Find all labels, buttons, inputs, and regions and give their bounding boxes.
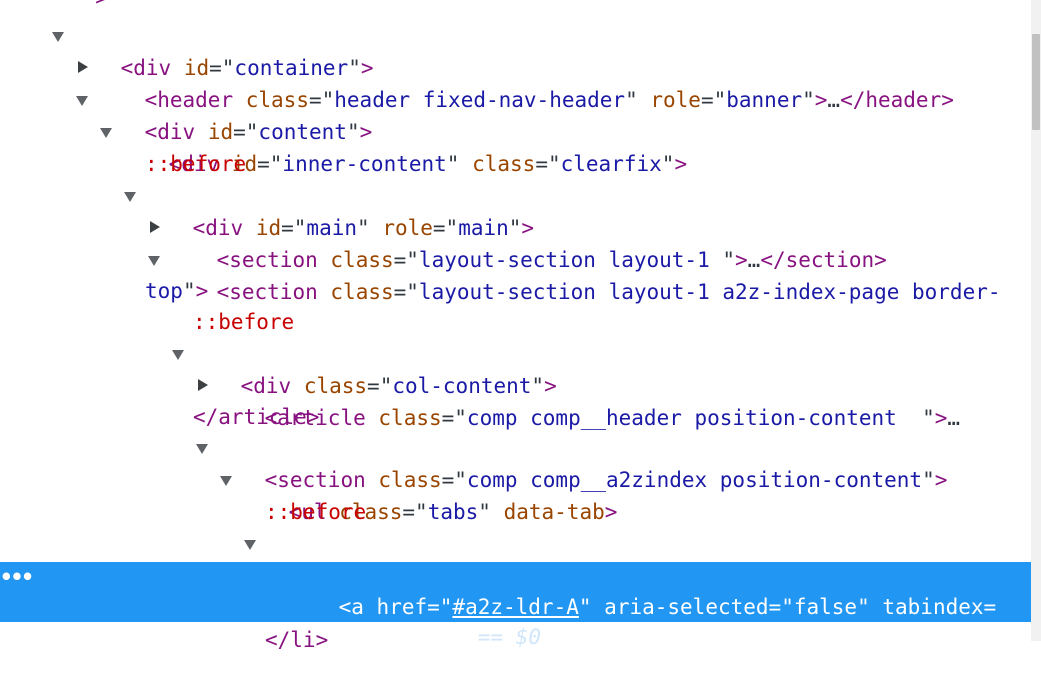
node-div-content[interactable]: <div id="content"> xyxy=(76,84,372,144)
node-article-header[interactable]: <article class="comp comp__header positi… xyxy=(198,370,960,430)
more-actions-icon[interactable]: ••• xyxy=(0,562,34,592)
collapse-arrow-icon[interactable] xyxy=(198,379,208,391)
comment-end: --> xyxy=(70,0,108,14)
vertical-scrollbar[interactable] xyxy=(1031,0,1041,641)
node-div-col-content[interactable]: <div class="col-content"> xyxy=(172,338,557,398)
expand-arrow-icon[interactable] xyxy=(220,476,232,486)
scrollbar-thumb[interactable] xyxy=(1032,34,1040,130)
expand-arrow-icon[interactable] xyxy=(196,444,208,454)
collapse-arrow-icon[interactable] xyxy=(78,61,88,73)
node-li-tab-title[interactable]: <li class="tab-title"> xyxy=(244,528,591,588)
console-ref-badge: == $0 xyxy=(477,625,541,649)
node-div-container[interactable]: <div id="container"> xyxy=(52,20,374,80)
node-article-close[interactable]: </article> xyxy=(193,402,319,432)
expand-arrow-icon[interactable] xyxy=(124,192,136,202)
pseudo-before[interactable]: ::before xyxy=(145,148,246,180)
expand-arrow-icon[interactable] xyxy=(244,540,256,550)
pseudo-before[interactable]: ::before xyxy=(193,306,294,338)
node-li-close[interactable]: </li> xyxy=(265,624,328,656)
expand-arrow-icon[interactable] xyxy=(76,96,88,106)
pseudo-before[interactable]: ::before xyxy=(265,496,366,528)
expand-arrow-icon[interactable] xyxy=(148,256,160,266)
node-header[interactable]: <header class="header fixed-nav-header" … xyxy=(78,52,954,112)
node-section-a2z-index-page[interactable]: <section class="layout-section layout-1 … xyxy=(148,244,1001,304)
node-div-inner-content[interactable]: <div id="inner-content" class="clearfix"… xyxy=(100,116,687,176)
node-ul-tabs[interactable]: <ul class="tabs" data-tab> xyxy=(220,464,617,524)
node-anchor-selected-wrap[interactable]: "-1">A</a> == $0 xyxy=(288,592,541,649)
expand-arrow-icon[interactable] xyxy=(52,32,64,42)
node-section-a2z-index-page-wrap[interactable]: top"> xyxy=(145,276,208,306)
elements-dom-tree[interactable]: --> <div id="container"> <header class="… xyxy=(0,0,1031,652)
collapse-arrow-icon[interactable] xyxy=(150,221,160,233)
node-section-layout[interactable]: <section class="layout-section layout-1 … xyxy=(150,212,887,272)
expand-arrow-icon[interactable] xyxy=(172,350,184,360)
node-anchor-selected[interactable]: <a href="#a2z-ldr-A" aria-selected="fals… xyxy=(288,562,997,619)
node-div-main[interactable]: <div id="main" role="main"> xyxy=(124,180,534,240)
node-section-a2zindex[interactable]: <section class="comp comp__a2zindex posi… xyxy=(196,432,947,492)
expand-arrow-icon[interactable] xyxy=(100,128,112,138)
